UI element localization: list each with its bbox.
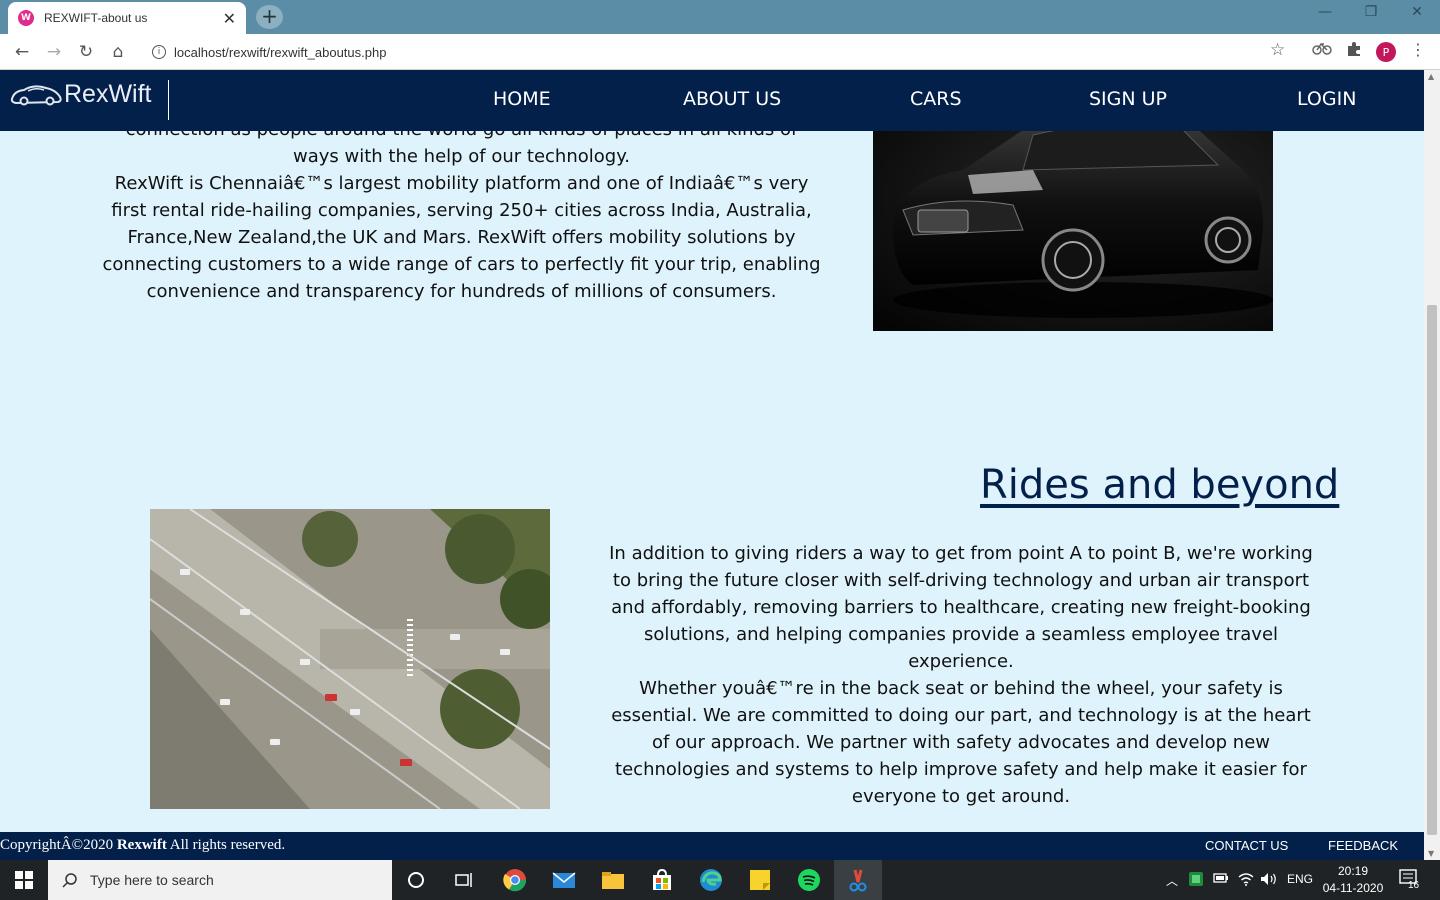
taskbar-clock[interactable]: 20:19 04-11-2020 <box>1318 863 1388 897</box>
nav-home[interactable]: HOME <box>493 88 551 110</box>
browser-toolbar: ← → ↻ ⌂ i localhost/rexwift/rexwift_abou… <box>0 34 1440 70</box>
forward-arrow-icon[interactable]: → <box>42 40 66 64</box>
tab-close-icon[interactable]: ✕ <box>223 9 236 28</box>
extension-bicycle-icon[interactable] <box>1312 41 1332 59</box>
footer-contact-us-link[interactable]: CONTACT US <box>1205 838 1288 853</box>
nav-cars[interactable]: CARS <box>910 88 962 110</box>
profile-avatar[interactable]: P <box>1376 42 1396 62</box>
file-explorer-icon[interactable] <box>599 866 627 894</box>
extensions-puzzle-icon[interactable] <box>1346 41 1362 61</box>
wifi-icon[interactable] <box>1238 872 1254 889</box>
sticky-notes-icon[interactable] <box>746 866 774 894</box>
car-logo-icon <box>10 84 62 105</box>
snipping-tool-icon[interactable] <box>844 866 872 894</box>
address-url[interactable]: localhost/rexwift/rexwift_aboutus.php <box>174 45 386 60</box>
section-paragraph-2: Whether youâ€™re in the back seat or beh… <box>611 678 1311 807</box>
clock-date: 04-11-2020 <box>1322 881 1384 895</box>
volume-icon[interactable] <box>1260 872 1278 889</box>
browser-tab-strip: W REXWIFT-about us ✕ + — ❐ ✕ <box>0 0 1440 34</box>
tray-overflow-icon[interactable]: ︿ <box>1166 872 1178 889</box>
page-scrollbar[interactable]: ▲ ▼ <box>1424 70 1440 860</box>
site-footer: CopyrightÂ©2020 Rexwift All rights reser… <box>0 832 1424 860</box>
footer-feedback-link[interactable]: FEEDBACK <box>1328 838 1398 853</box>
browser-tab-active[interactable]: W REXWIFT-about us ✕ <box>8 2 246 34</box>
battery-icon[interactable] <box>1213 872 1229 887</box>
nav-about-us[interactable]: ABOUT US <box>683 88 781 110</box>
back-arrow-icon[interactable]: ← <box>10 40 34 64</box>
clock-time: 20:19 <box>1337 864 1369 878</box>
copyright-text: CopyrightÂ©2020 Rexwift All rights reser… <box>0 837 286 853</box>
tab-title: REXWIFT-about us <box>44 11 148 25</box>
nav-login[interactable]: LOGIN <box>1297 88 1356 110</box>
highway-aerial-photo <box>150 509 550 809</box>
scrollbar-thumb[interactable] <box>1427 305 1437 835</box>
chrome-icon[interactable] <box>501 866 529 894</box>
intro-paragraph: ways with the help of our technology. Re… <box>102 146 821 302</box>
windows-logo-icon <box>15 871 33 889</box>
scroll-up-icon[interactable]: ▲ <box>1428 72 1434 81</box>
section-heading: Rides and beyond <box>980 462 1340 508</box>
bookmark-star-icon[interactable]: ☆ <box>1270 40 1285 60</box>
taskbar-search-placeholder: Type here to search <box>90 872 214 888</box>
brand-name: RexWift <box>64 80 152 108</box>
site-info-icon[interactable]: i <box>152 45 166 59</box>
windows-taskbar: Type here to search ︿ ENG 20:19 04-11-20… <box>0 860 1440 900</box>
site-navbar: RexWift HOME ABOUT US CARS SIGN UP LOGIN <box>0 70 1424 131</box>
page-viewport: connection as people around the world go… <box>0 70 1424 860</box>
site-favicon-icon: W <box>18 10 34 26</box>
store-icon[interactable] <box>648 866 676 894</box>
notification-count-badge: 16 <box>1408 880 1420 891</box>
spotify-icon[interactable] <box>795 866 823 894</box>
cortana-icon[interactable] <box>402 866 430 894</box>
minimize-window-icon[interactable]: — <box>1302 4 1348 20</box>
mail-icon[interactable] <box>550 866 578 894</box>
taskbar-search[interactable]: Type here to search <box>48 860 392 900</box>
logo-divider <box>168 80 169 120</box>
nav-sign-up[interactable]: SIGN UP <box>1089 88 1167 110</box>
close-window-icon[interactable]: ✕ <box>1394 4 1440 20</box>
new-tab-button[interactable]: + <box>256 5 283 29</box>
scroll-down-icon[interactable]: ▼ <box>1428 849 1434 858</box>
address-bar[interactable]: i localhost/rexwift/rexwift_aboutus.php <box>140 38 1300 66</box>
section-paragraph-1: In addition to giving riders a way to ge… <box>609 543 1313 672</box>
tray-app-icon[interactable] <box>1188 871 1204 890</box>
maximize-window-icon[interactable]: ❐ <box>1348 4 1394 20</box>
search-icon <box>62 873 77 888</box>
site-logo[interactable]: RexWift <box>10 80 152 109</box>
edge-icon[interactable] <box>697 866 725 894</box>
home-icon[interactable]: ⌂ <box>106 40 130 64</box>
language-indicator[interactable]: ENG <box>1287 872 1313 886</box>
luxury-car-photo <box>873 110 1273 331</box>
browser-menu-icon[interactable]: ⋮ <box>1410 40 1426 59</box>
task-view-icon[interactable] <box>450 866 478 894</box>
reload-icon[interactable]: ↻ <box>74 40 98 64</box>
windows-start-button[interactable] <box>0 860 48 900</box>
